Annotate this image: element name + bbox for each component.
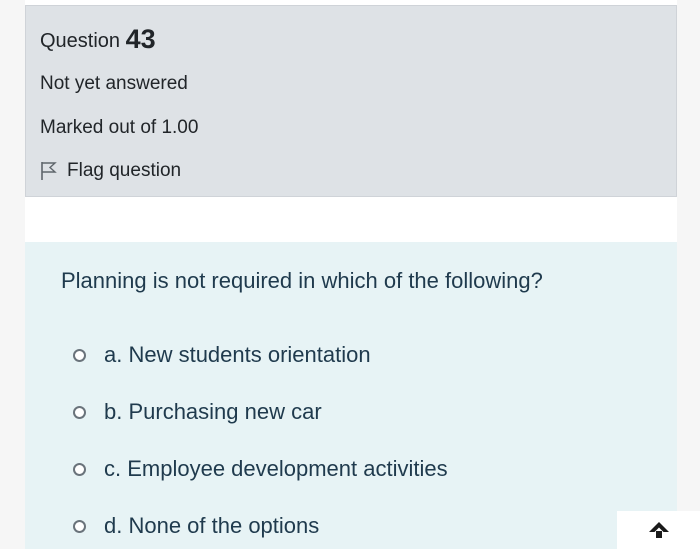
question-info-panel: Question 43 Not yet answered Marked out … — [25, 5, 677, 197]
answer-option-b[interactable]: b. Purchasing new car — [73, 399, 322, 425]
answer-label: c. Employee development activities — [104, 456, 448, 481]
answer-label: b. Purchasing new car — [104, 399, 322, 424]
question-label: Question — [40, 30, 121, 52]
flag-icon — [40, 161, 58, 181]
flag-question-link[interactable]: Flag question — [40, 160, 181, 182]
radio-button[interactable] — [73, 519, 86, 533]
radio-button[interactable] — [73, 348, 86, 362]
question-content: Planning is not required in which of the… — [25, 242, 677, 549]
question-marks: Marked out of 1.00 — [40, 117, 199, 138]
arrow-up-icon — [648, 521, 670, 539]
scroll-to-top-button[interactable] — [617, 511, 700, 549]
answer-label: a. New students orientation — [104, 342, 371, 367]
flag-question-label: Flag question — [67, 160, 182, 181]
answer-label: d. None of the options — [104, 513, 320, 538]
radio-button[interactable] — [73, 405, 86, 419]
answer-option-d[interactable]: d. None of the options — [73, 513, 319, 539]
radio-button[interactable] — [73, 462, 86, 476]
question-text: Planning is not required in which of the… — [61, 268, 543, 293]
answer-option-a[interactable]: a. New students orientation — [73, 342, 371, 368]
quiz-page: Question 43 Not yet answered Marked out … — [25, 0, 677, 549]
question-heading: Question 43 — [40, 24, 156, 55]
question-number: 43 — [125, 24, 156, 54]
answer-option-c[interactable]: c. Employee development activities — [73, 456, 448, 482]
question-status: Not yet answered — [40, 73, 188, 94]
